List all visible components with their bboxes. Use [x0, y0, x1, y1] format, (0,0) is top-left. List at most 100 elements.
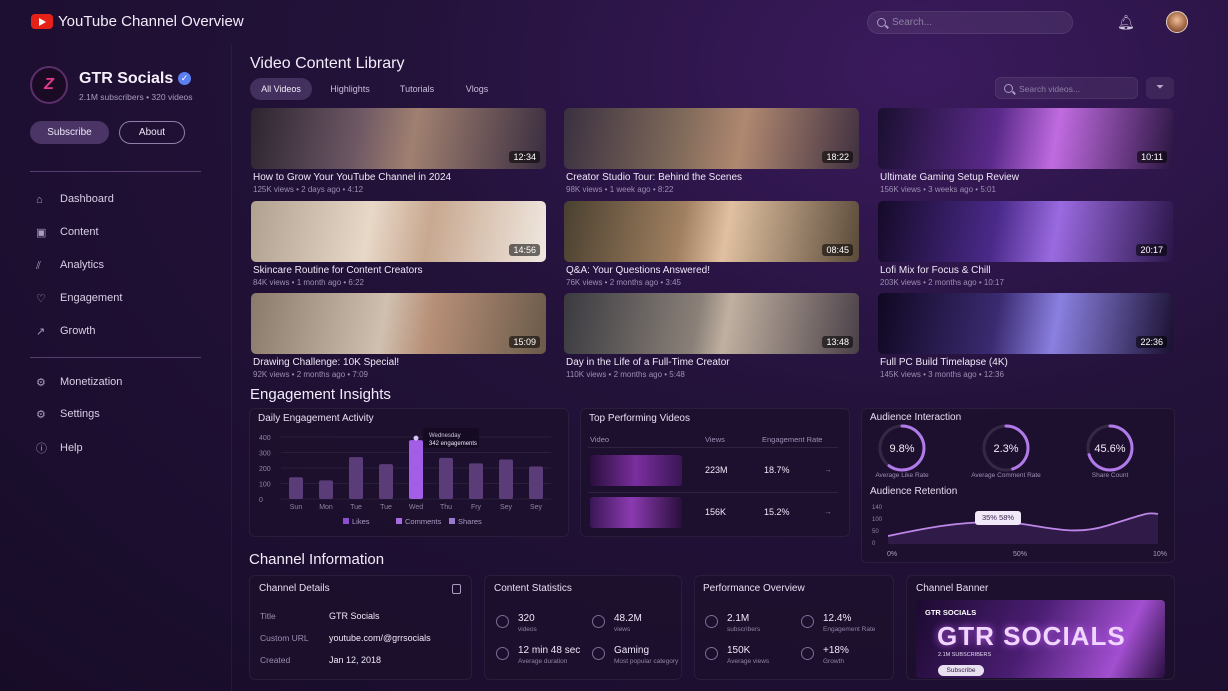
analytics-icon: ⫽ — [36, 260, 41, 272]
video-thumbnail[interactable]: 10:11 — [878, 108, 1173, 169]
stat-value: 2.1M — [727, 613, 750, 624]
video-thumbnail[interactable]: 22:36 — [878, 293, 1173, 354]
video-meta: 76K views • 2 months ago • 3:45 — [566, 278, 681, 287]
sidebar-item-content[interactable]: ▣ Content — [36, 226, 99, 239]
top-video-thumb-1[interactable] — [590, 455, 682, 486]
top-videos-title: Top Performing Videos — [589, 413, 690, 424]
bar — [379, 464, 393, 499]
sidebar-item-growth[interactable]: ↗ Growth — [36, 325, 95, 338]
gear-icon: ⚙ — [36, 409, 46, 421]
global-search-input[interactable]: Search... — [867, 11, 1073, 34]
tab-tutorials[interactable]: Tutorials — [388, 78, 446, 100]
tab-vlogs[interactable]: Vlogs — [454, 78, 500, 100]
app-title: YouTube Channel Overview — [58, 13, 244, 30]
top-video-rate-1: 18.7% — [764, 465, 790, 475]
subscribe-button[interactable]: Subscribe — [30, 121, 109, 144]
video-card[interactable]: 22:36 Full PC Build Timelapse (4K) 145K vi… — [878, 293, 1173, 381]
video-thumbnail[interactable]: 14:56 — [251, 201, 546, 262]
col-video: Video — [590, 435, 610, 444]
bell-icon[interactable]: 🔔︎ — [1117, 14, 1135, 30]
video-meta: 110K views • 2 months ago • 5:48 — [566, 370, 685, 379]
video-title[interactable]: Full PC Build Timelapse (4K) — [880, 357, 1008, 368]
retention-y-label: 0 — [872, 541, 876, 547]
sidebar-item-analytics[interactable]: ⫽ Analytics — [36, 259, 104, 272]
video-card[interactable]: 15:09 Drawing Challenge: 10K Special! 92K … — [251, 293, 546, 381]
video-duration: 10:11 — [1137, 151, 1167, 163]
x-tick-label: Thu — [440, 504, 452, 511]
sidebar-item-dashboard[interactable]: ⌂ Dashboard — [36, 193, 114, 206]
video-card[interactable]: 10:11 Ultimate Gaming Setup Review 156K vi… — [878, 108, 1173, 196]
video-meta: 125K views • 2 days ago • 4:12 — [253, 185, 364, 194]
y-tick-label: 300 — [259, 451, 271, 458]
gauge-value: 9.8% — [889, 443, 914, 455]
video-card[interactable]: 18:22 Creator Studio Tour: Behind the Sce… — [564, 108, 859, 196]
video-title[interactable]: Ultimate Gaming Setup Review — [880, 172, 1019, 183]
video-title[interactable]: Day in the Life of a Full-Time Creator — [566, 357, 730, 368]
video-search-input[interactable]: Search videos... — [995, 77, 1138, 99]
home-icon: ⌂ — [36, 194, 43, 206]
video-title[interactable]: Drawing Challenge: 10K Special! — [253, 357, 399, 368]
sidebar-item-monetization[interactable]: ⚙ Monetization — [36, 376, 122, 389]
video-card[interactable]: 12:34 How to Grow Your YouTube Channel in… — [251, 108, 546, 196]
row-arrow-icon[interactable]: → — [824, 465, 832, 474]
tab-highlights[interactable]: Highlights — [320, 78, 380, 100]
growth-icon: ↗ — [36, 326, 46, 338]
copy-icon[interactable] — [452, 584, 461, 594]
retention-area — [888, 513, 1158, 544]
retention-x-label: 0% — [887, 551, 897, 558]
video-meta: 156K views • 3 weeks ago • 5:01 — [880, 185, 996, 194]
gauge-label: Average Like Rate — [875, 472, 929, 479]
video-card[interactable]: 13:48 Day in the Life of a Full-Time Crea… — [564, 293, 859, 381]
detail-value: Jan 12, 2018 — [329, 655, 382, 665]
video-thumbnail[interactable]: 20:17 — [878, 201, 1173, 262]
heart-icon: ♡ — [36, 293, 46, 305]
tab-all-videos[interactable]: All Videos — [250, 78, 312, 100]
video-title[interactable]: Skincare Routine for Content Creators — [253, 265, 423, 276]
video-thumbnail[interactable]: 13:48 — [564, 293, 859, 354]
top-video-thumb-2[interactable] — [590, 497, 682, 528]
video-thumbnail[interactable]: 12:34 — [251, 108, 546, 169]
monetization-icon: ⚙ — [36, 377, 46, 389]
legend-label: Likes — [352, 517, 370, 526]
retention-title: Audience Retention — [870, 486, 958, 497]
highlight-dot — [413, 435, 419, 441]
banner-big-text: GTR SOCIALS — [937, 621, 1126, 651]
bar — [529, 466, 543, 499]
about-button[interactable]: About — [119, 121, 185, 144]
stat-label: videos — [518, 626, 537, 633]
video-thumbnail[interactable]: 18:22 — [564, 108, 859, 169]
video-title[interactable]: Creator Studio Tour: Behind the Scenes — [566, 172, 742, 183]
audience-gauges: 9.8% Average Like Rate 2.3% Average Comment… — [875, 424, 1134, 479]
video-title[interactable]: Lofi Mix for Focus & Chill — [880, 265, 991, 276]
x-tick-label: Sey — [500, 504, 513, 511]
verified-icon: ✓ — [178, 72, 191, 85]
stat-icon — [705, 615, 718, 628]
video-card[interactable]: 08:45 Q&A: Your Questions Answered! 76K vi… — [564, 201, 859, 289]
bar — [319, 480, 333, 499]
gauge-value: 2.3% — [993, 443, 1018, 455]
row-arrow-icon[interactable]: → — [824, 507, 832, 516]
video-card[interactable]: 14:56 Skincare Routine for Content Creato… — [251, 201, 546, 289]
sidebar-item-engagement[interactable]: ♡ Engagement — [36, 292, 122, 305]
channel-banner: GTR SOCIALS GTR SOCIALS 2.1M SUBSCRIBERS… — [916, 600, 1165, 678]
search-icon — [877, 18, 886, 27]
detail-value: youtube.com/@grrsocials — [329, 633, 431, 643]
filter-icon[interactable]: ⏷ — [1146, 77, 1174, 99]
video-duration: 20:17 — [1136, 244, 1167, 256]
stat-label: views — [614, 626, 631, 633]
video-title[interactable]: How to Grow Your YouTube Channel in 2024 — [253, 172, 451, 183]
video-thumbnail[interactable]: 08:45 — [564, 201, 859, 262]
avatar[interactable] — [1166, 11, 1188, 33]
sidebar-item-help[interactable]: ⓘ Help — [36, 440, 83, 455]
tooltip-value: 342 engagements — [429, 441, 477, 447]
x-tick-label: Tue — [350, 504, 362, 511]
video-card[interactable]: 20:17 Lofi Mix for Focus & Chill 203K view… — [878, 201, 1173, 289]
video-thumbnail[interactable]: 15:09 — [251, 293, 546, 354]
bar — [289, 477, 303, 499]
retention-y-label: 140 — [872, 505, 883, 511]
bar — [499, 459, 513, 499]
banner-subscribe-button[interactable]: Subscribe — [938, 665, 984, 676]
sidebar-item-settings[interactable]: ⚙ Settings — [36, 408, 100, 421]
retention-y-label: 100 — [872, 517, 883, 523]
video-title[interactable]: Q&A: Your Questions Answered! — [566, 265, 710, 276]
